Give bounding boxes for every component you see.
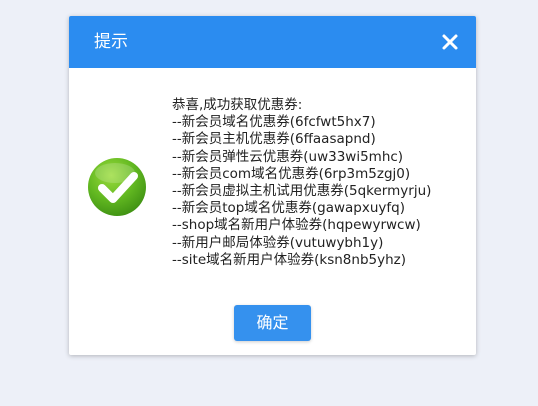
coupon-line: --新会员虚拟主机试用优惠券(5qkermyrju) (172, 183, 432, 200)
ok-button[interactable]: 确定 (234, 305, 311, 341)
coupon-line: --新用户邮局体验券(vutuwybh1y) (172, 234, 384, 251)
coupon-line: --新会员top域名优惠券(gawapxuyfq) (172, 200, 405, 217)
coupon-line: --新会员主机优惠券(6ffaasapnd) (172, 131, 376, 148)
coupon-line: --site域名新用户体验券(ksn8nb5yhz) (172, 251, 407, 268)
coupon-message: 恭喜,成功获取优惠券: --新会员域名优惠券(6fcfwt5hx7) --新会员… (172, 97, 468, 269)
dialog-body: 恭喜,成功获取优惠券: --新会员域名优惠券(6fcfwt5hx7) --新会员… (69, 68, 476, 355)
close-icon[interactable] (440, 32, 460, 52)
check-circle-icon (86, 156, 148, 218)
coupon-line: --shop域名新用户体验券(hqpewyrwcw) (172, 217, 421, 234)
dialog-title: 提示 (94, 32, 128, 52)
dialog-header: 提示 (69, 16, 476, 68)
coupon-line: --新会员com域名优惠券(6rp3m5zgj0) (172, 165, 411, 182)
coupon-line: --新会员域名优惠券(6fcfwt5hx7) (172, 114, 376, 131)
message-heading: 恭喜,成功获取优惠券: (172, 97, 303, 113)
coupon-line: --新会员弹性云优惠券(uw33wi5mhc) (172, 148, 404, 165)
coupon-dialog: 提示 恭喜,成功获取优惠券: --新会员域名优惠券(6fcfwt5hx7) --… (69, 16, 476, 355)
